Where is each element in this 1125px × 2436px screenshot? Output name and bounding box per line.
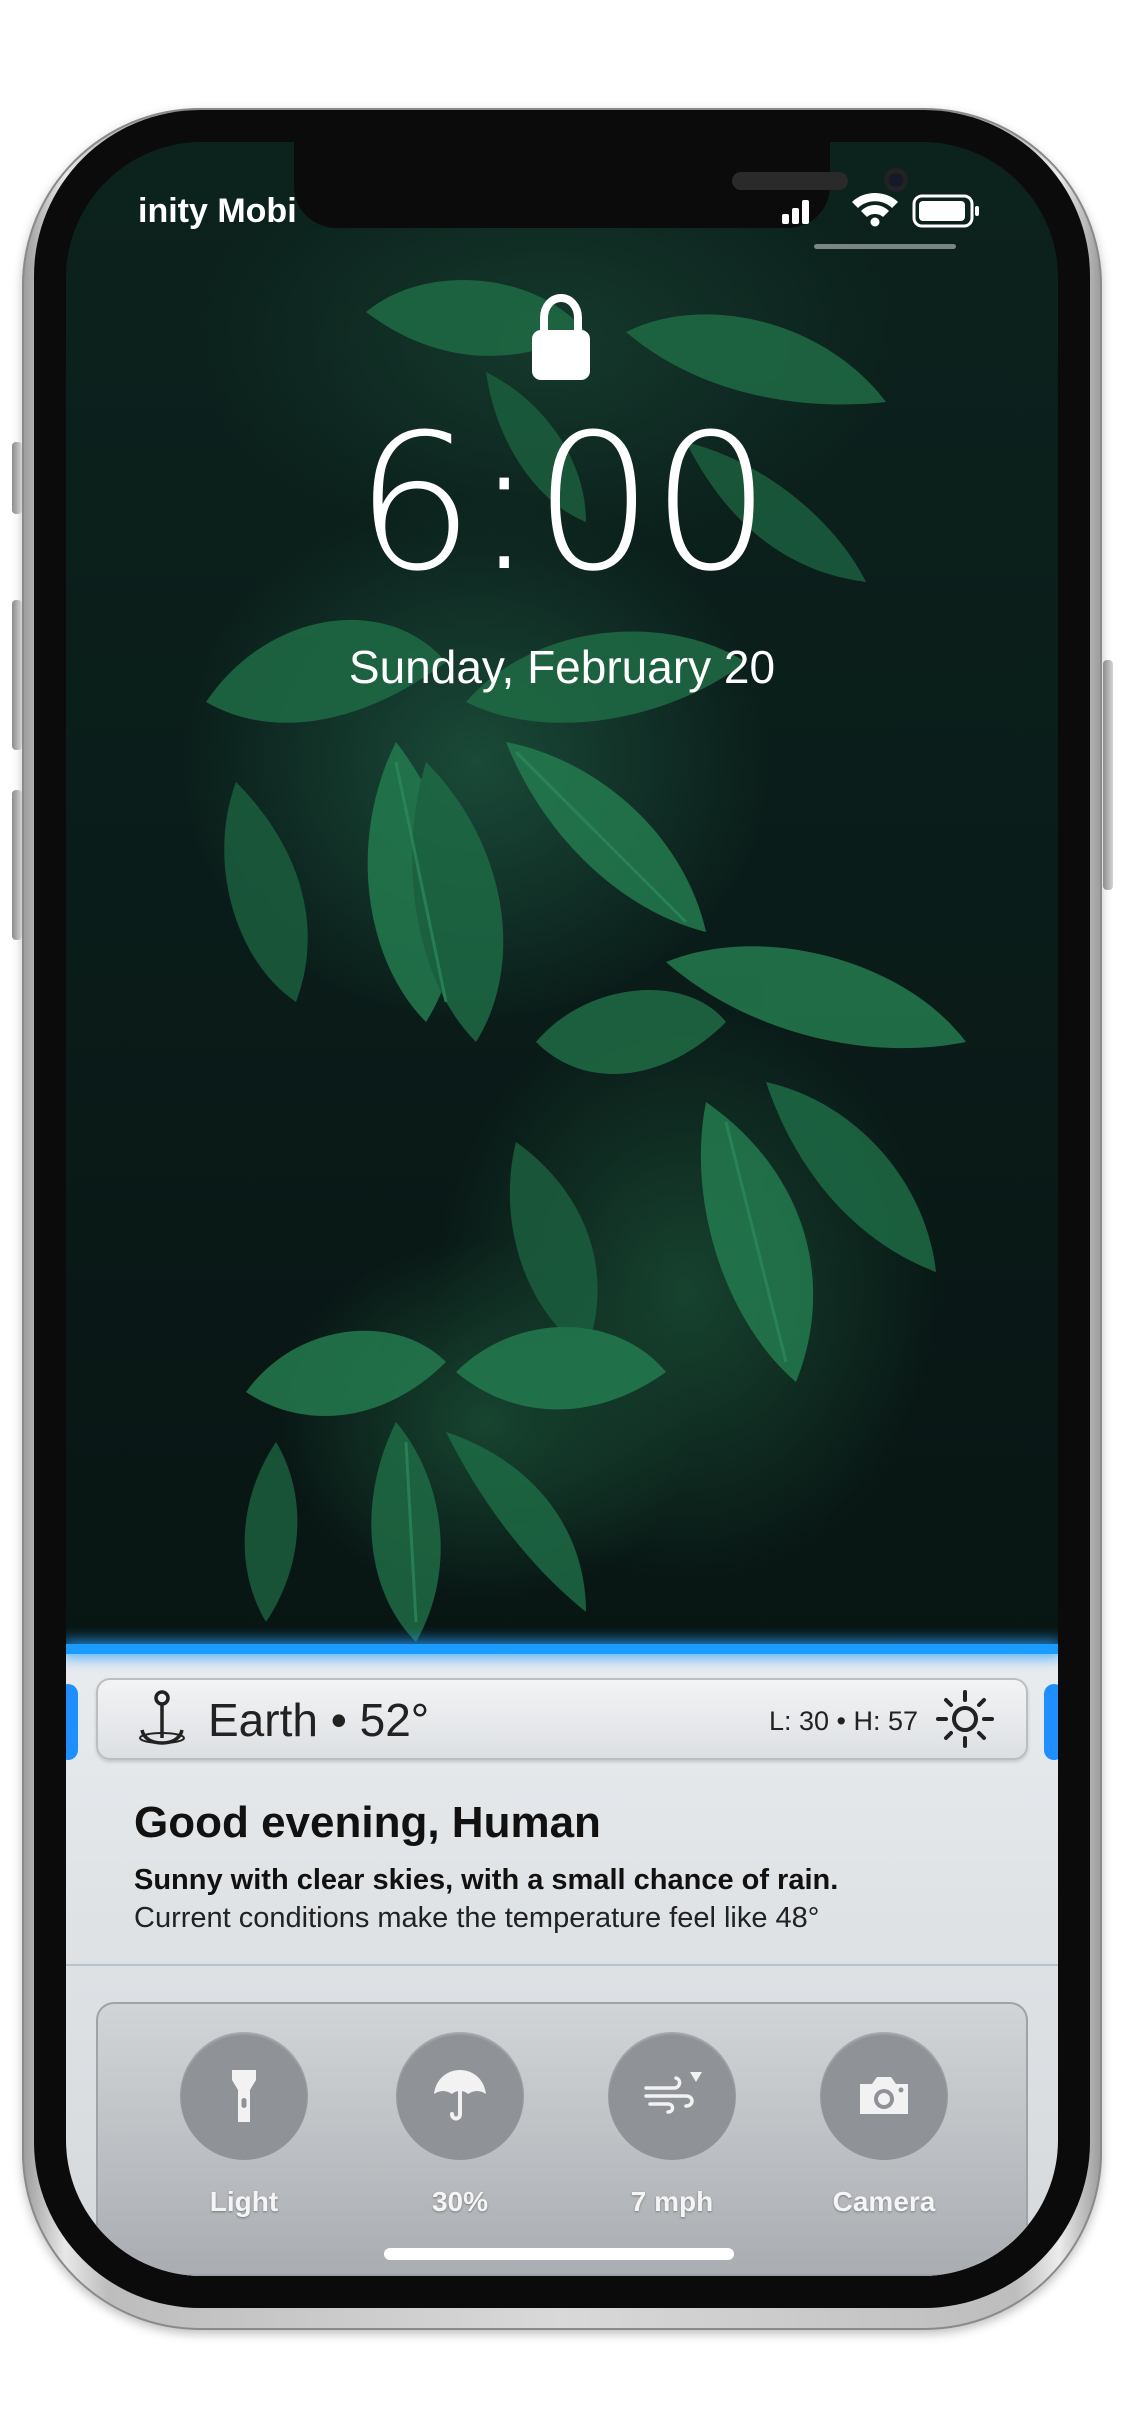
home-indicator[interactable]	[384, 2248, 734, 2260]
location-pin-icon	[139, 1690, 185, 1745]
section-divider	[66, 1964, 1058, 1966]
flashlight-icon	[232, 2070, 256, 2122]
signal-icon	[782, 200, 809, 224]
location-temperature: Earth • 52°	[208, 1694, 430, 1746]
feels-like-text: Current conditions make the temperature …	[134, 1902, 820, 1934]
control-center-indicator[interactable]	[814, 244, 956, 249]
previous-page-tab[interactable]	[66, 1684, 78, 1760]
wifi-icon	[852, 193, 898, 227]
wind-icon	[644, 2072, 702, 2114]
carrier-name: inity Mobi	[138, 192, 297, 230]
forecast-summary: Sunny with clear skies, with a small cha…	[134, 1864, 839, 1896]
weather-bar[interactable]: Earth • 52° L: 30 • H: 57	[96, 1678, 1028, 1760]
notch	[294, 142, 908, 228]
quick-controls-card: Light 30% 7 mph Camera	[96, 2002, 1028, 2276]
mute-switch	[12, 442, 22, 514]
wind-button[interactable]	[608, 2032, 736, 2160]
lock-date: Sunday, February 20	[348, 641, 776, 693]
wind-control[interactable]: 7 mph	[608, 2032, 736, 2218]
battery-icon	[912, 194, 979, 228]
low-high-temperature: L: 30 • H: 57	[768, 1706, 918, 1736]
next-page-tab[interactable]	[1044, 1684, 1058, 1760]
lock-screen: inity Mobi 6:00 Sunday, February 20 Eart…	[66, 142, 1058, 2276]
camera-icon	[860, 2077, 908, 2114]
greeting-heading: Good evening, Human	[134, 1798, 601, 1847]
umbrella-icon	[434, 2070, 486, 2121]
lock-icon	[532, 293, 590, 380]
rain-chance-button[interactable]	[396, 2032, 524, 2160]
flashlight-label: Light	[209, 2186, 279, 2217]
camera-label: Camera	[832, 2186, 936, 2217]
sun-icon	[936, 1690, 994, 1748]
camera-control[interactable]: Camera	[820, 2032, 948, 2218]
wind-speed-label: 7 mph	[630, 2186, 714, 2217]
status-icons	[782, 186, 1022, 234]
rain-chance-label: 30%	[431, 2186, 489, 2217]
flashlight-button[interactable]	[180, 2032, 308, 2160]
camera-button[interactable]	[820, 2032, 948, 2160]
volume-up-button	[12, 600, 22, 750]
flashlight-control[interactable]: Light	[180, 2032, 308, 2218]
power-button	[1103, 660, 1113, 890]
volume-down-button	[12, 790, 22, 940]
panel-glow-edge	[66, 1644, 1058, 1654]
rain-chance-control[interactable]: 30%	[396, 2032, 524, 2218]
clock-time: 6:00	[354, 394, 771, 613]
